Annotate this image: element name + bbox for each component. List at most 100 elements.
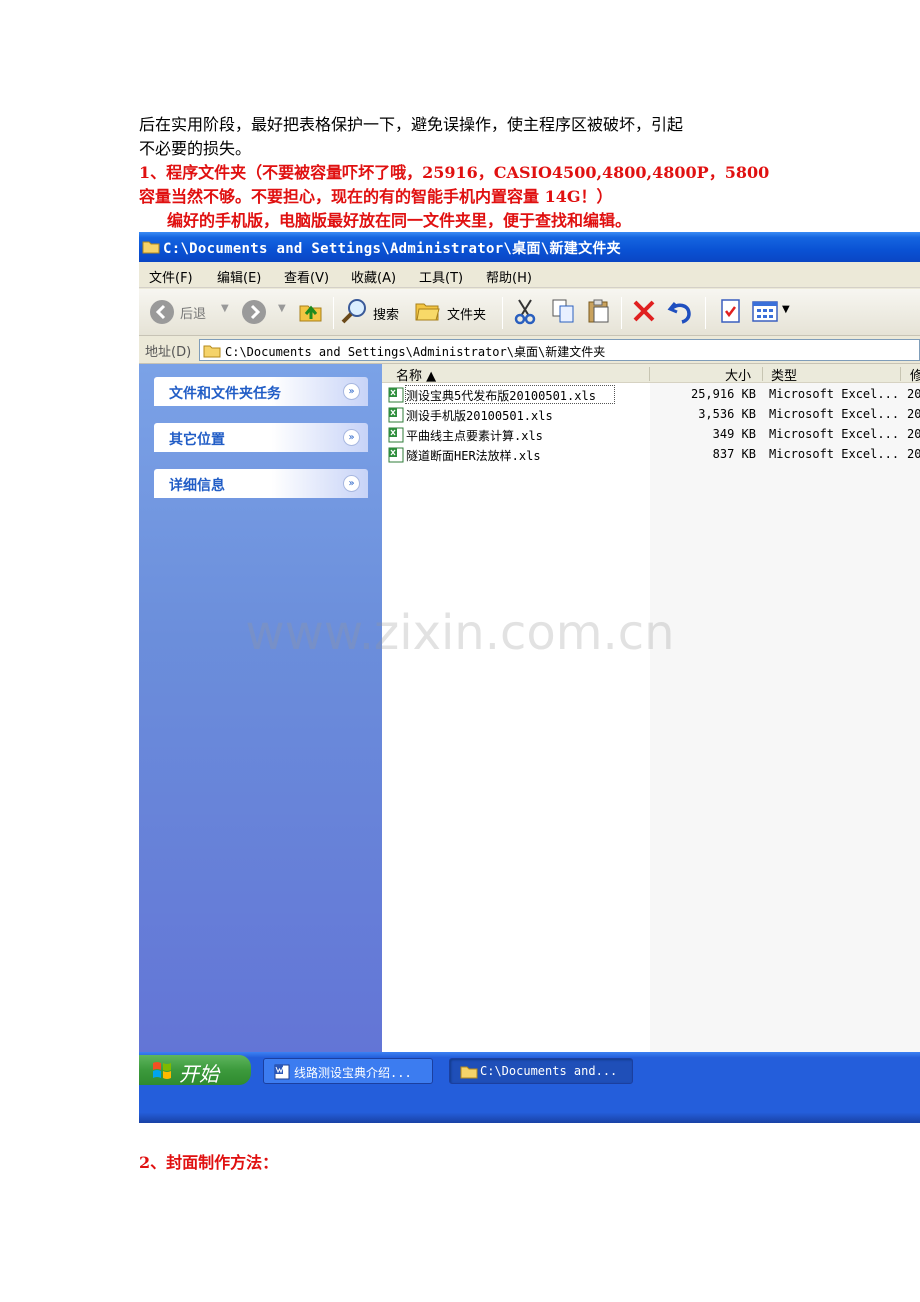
up-folder-icon xyxy=(299,305,322,322)
task-panel-other-places[interactable]: 其它位置 » xyxy=(154,423,368,452)
menu-file[interactable]: 文件(F) xyxy=(149,267,193,286)
search-button[interactable]: 搜索 xyxy=(340,297,408,327)
views-icon xyxy=(752,301,778,322)
menu-help[interactable]: 帮助(H) xyxy=(486,267,532,286)
cut-button[interactable] xyxy=(511,297,541,327)
intro-line-1: 后在实用阶段，最好把表格保护一下，避免误操作，使主程序区被破坏，引起 xyxy=(139,115,684,134)
start-button[interactable]: 开始 xyxy=(139,1055,251,1086)
title-bar[interactable]: C:\Documents and Settings\Administrator\… xyxy=(139,232,920,262)
toolbar-separator xyxy=(621,297,622,329)
excel-file-icon xyxy=(388,427,404,443)
back-button[interactable]: 后退 ▼ xyxy=(147,297,231,327)
column-size[interactable]: 大小 xyxy=(725,365,751,384)
task-panel-file-folder-tasks[interactable]: 文件和文件夹任务 » xyxy=(154,377,368,406)
file-row[interactable]: 隧道断面HER法放样.xls 837 KB Microsoft Excel...… xyxy=(382,445,920,465)
menu-tools[interactable]: 工具(T) xyxy=(419,267,463,286)
menu-favorites[interactable]: 收藏(A) xyxy=(351,267,396,286)
menu-edit[interactable]: 编辑(E) xyxy=(217,267,261,286)
column-header: 名称 ▲ 大小 类型 修 xyxy=(382,364,920,384)
file-size: 349 KB xyxy=(712,427,756,441)
column-divider[interactable] xyxy=(762,367,763,381)
views-dropdown-icon[interactable]: ▼ xyxy=(782,304,790,315)
file-type: Microsoft Excel... xyxy=(769,407,900,421)
start-label: 开始 xyxy=(179,1062,219,1086)
file-row[interactable]: 测设手机版20100501.xls 3,536 KB Microsoft Exc… xyxy=(382,405,920,425)
search-icon xyxy=(341,299,366,324)
column-type[interactable]: 类型 xyxy=(771,365,797,384)
chevron-down-icon[interactable]: » xyxy=(343,429,360,446)
address-value: C:\Documents and Settings\Administrator\… xyxy=(225,345,606,359)
column-modified[interactable]: 修 xyxy=(910,365,920,384)
file-type: Microsoft Excel... xyxy=(769,387,900,401)
undo-icon xyxy=(667,302,691,324)
section1-line-2: 容量当然不够。不要担心，现在的有的智能手机内置容量 14G！） xyxy=(139,187,613,206)
file-name: 平曲线主点要素计算.xls xyxy=(406,429,543,443)
task-panel-details[interactable]: 详细信息 » xyxy=(154,469,368,498)
address-label: 地址(D) xyxy=(145,345,192,360)
word-document-icon xyxy=(274,1064,290,1080)
task-panel-title: 详细信息 xyxy=(169,478,225,494)
address-input[interactable]: C:\Documents and Settings\Administrator\… xyxy=(199,339,920,361)
column-name[interactable]: 名称 ▲ xyxy=(396,365,436,384)
search-label: 搜索 xyxy=(373,308,400,323)
menu-bar: 文件(F) 编辑(E) 查看(V) 收藏(A) 工具(T) 帮助(H) xyxy=(139,262,920,288)
up-folder-button[interactable] xyxy=(297,297,327,327)
taskbar-button-label: 线路测设宝典介绍... xyxy=(294,1066,412,1080)
excel-file-icon xyxy=(388,387,404,403)
task-panel-title: 文件和文件夹任务 xyxy=(169,386,281,402)
taskbar-button-label: C:\Documents and... xyxy=(480,1064,618,1078)
delete-x-icon xyxy=(633,300,655,322)
file-row[interactable]: 测设宝典5代发布版20100501.xls 25,916 KB Microsof… xyxy=(382,385,920,405)
taskbar: 开始 线路测设宝典介绍... C:\Documents and... xyxy=(139,1052,920,1123)
section1-line-1: 1、程序文件夹（不要被容量吓坏了哦，25916，CASIO4500,4800,4… xyxy=(139,163,770,182)
folder-icon xyxy=(203,345,221,358)
sorted-column-shade xyxy=(650,382,920,1052)
windows-logo-icon xyxy=(153,1062,171,1079)
file-date: 20 xyxy=(907,387,920,401)
file-type: Microsoft Excel... xyxy=(769,427,900,441)
window-title: C:\Documents and Settings\Administrator\… xyxy=(163,241,621,257)
chevron-down-icon[interactable]: » xyxy=(343,383,360,400)
delete-button[interactable] xyxy=(630,297,660,327)
toolbar-separator xyxy=(705,297,706,329)
column-divider[interactable] xyxy=(649,367,650,381)
intro-line-2: 不必要的损失。 xyxy=(139,139,252,158)
file-size: 3,536 KB xyxy=(698,407,756,421)
column-divider[interactable] xyxy=(900,367,901,381)
forward-arrow-icon xyxy=(242,300,266,324)
chevron-down-icon[interactable]: » xyxy=(343,475,360,492)
file-type: Microsoft Excel... xyxy=(769,447,900,461)
folder-icon xyxy=(460,1066,478,1079)
file-name: 隧道断面HER法放样.xls xyxy=(406,449,541,463)
toolbar-separator xyxy=(333,297,334,329)
file-date: 20 xyxy=(907,427,920,441)
copy-button[interactable] xyxy=(549,297,579,327)
file-date: 20 xyxy=(907,447,920,461)
forward-dropdown-icon[interactable]: ▼ xyxy=(278,303,286,314)
undo-button[interactable] xyxy=(667,297,697,327)
folders-button[interactable]: 文件夹 xyxy=(414,297,494,327)
section1-note: 编好的手机版，电脑版最好放在同一文件夹里，便于查找和编辑。 xyxy=(167,211,632,230)
properties-button[interactable] xyxy=(717,297,747,327)
back-dropdown-icon[interactable]: ▼ xyxy=(221,303,229,314)
menu-view[interactable]: 查看(V) xyxy=(284,267,329,286)
taskbar-button-word-document[interactable]: 线路测设宝典介绍... xyxy=(263,1058,433,1084)
back-arrow-icon xyxy=(150,300,174,324)
toolbar: 后退 ▼ ▼ 搜索 文件夹 ▼ xyxy=(139,289,920,336)
paste-button[interactable] xyxy=(585,297,615,327)
task-panel-title: 其它位置 xyxy=(169,432,225,448)
file-row[interactable]: 平曲线主点要素计算.xls 349 KB Microsoft Excel... … xyxy=(382,425,920,445)
back-label: 后退 xyxy=(180,307,207,322)
taskbar-button-explorer[interactable]: C:\Documents and... xyxy=(449,1058,633,1084)
folder-icon xyxy=(142,241,160,254)
file-size: 25,916 KB xyxy=(690,387,756,401)
folders-icon xyxy=(415,303,440,321)
folders-label: 文件夹 xyxy=(447,308,487,323)
task-pane: 文件和文件夹任务 » 其它位置 » 详细信息 » xyxy=(139,364,382,1052)
file-date: 20 xyxy=(907,407,920,421)
copy-icon xyxy=(552,299,574,323)
forward-button[interactable]: ▼ xyxy=(241,297,289,327)
toolbar-separator xyxy=(502,297,503,329)
views-button[interactable]: ▼ xyxy=(751,297,795,327)
paste-icon xyxy=(588,299,609,323)
